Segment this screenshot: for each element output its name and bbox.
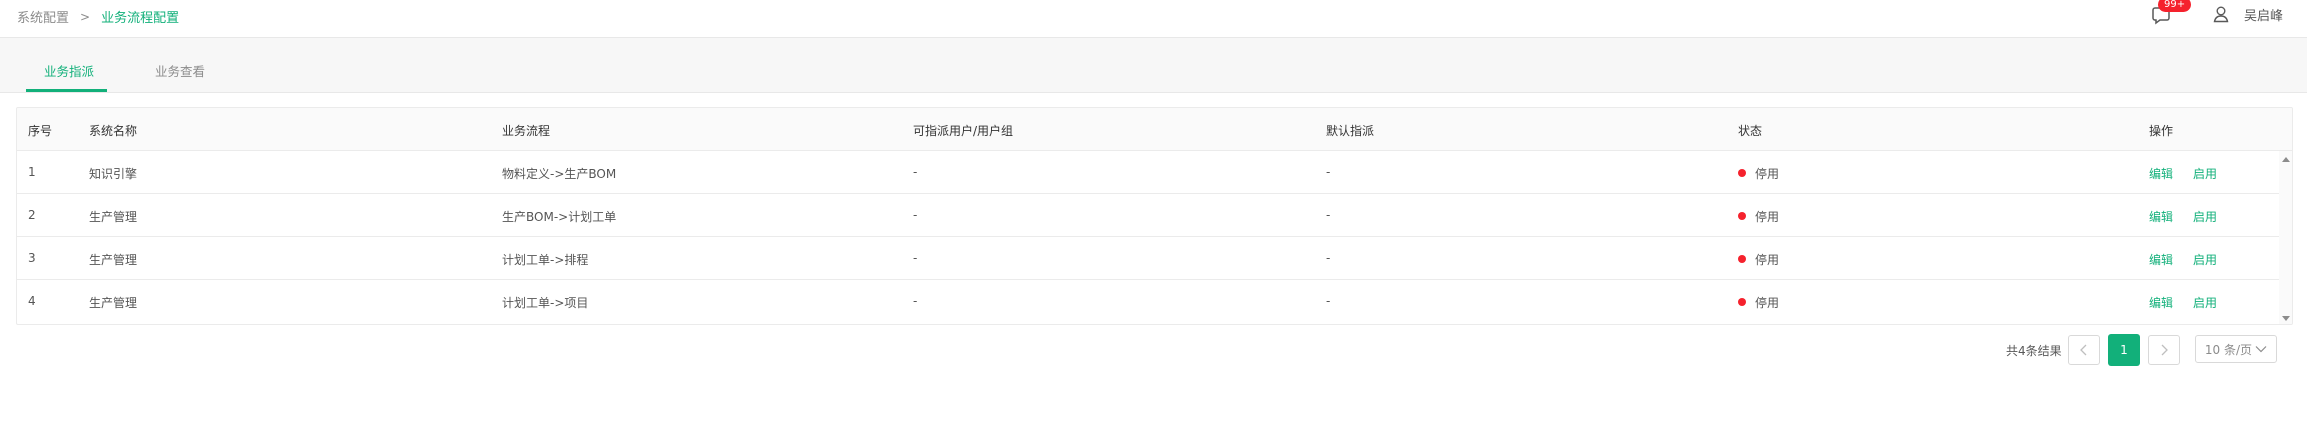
status-text: 停用 (1755, 167, 1780, 181)
col-index: 序号 (28, 124, 53, 138)
page-size-value: 10 条/页 (2204, 342, 2253, 357)
prev-page-button[interactable] (2068, 335, 2100, 365)
user-menu[interactable]: 吴启峰 (2212, 3, 2283, 25)
chevron-right-icon (2161, 344, 2168, 356)
cell-status: 停用 (1738, 165, 1779, 182)
cell-index: 4 (28, 294, 36, 308)
scroll-up-icon[interactable] (2282, 157, 2290, 162)
flow-table: 序号 系统名称 业务流程 可指派用户/用户组 默认指派 状态 操作 1 知识引擎… (16, 107, 2293, 325)
cell-flow: 计划工单->排程 (502, 253, 589, 267)
col-action: 操作 (2149, 124, 2174, 138)
enable-link[interactable]: 启用 (2193, 251, 2217, 268)
breadcrumb: 系统配置 > 业务流程配置 (17, 7, 180, 27)
cell-assignable: - (913, 165, 918, 179)
table-row: 4 生产管理 计划工单->项目 - - 停用 编辑 启用 (17, 280, 2292, 323)
cell-status: 停用 (1738, 251, 1779, 268)
breadcrumb-separator: > (80, 9, 91, 24)
notification-badge: 99+ (2158, 0, 2192, 12)
edit-link[interactable]: 编辑 (2149, 165, 2173, 182)
scroll-down-icon[interactable] (2282, 316, 2290, 321)
enable-link[interactable]: 启用 (2193, 208, 2217, 225)
status-text: 停用 (1755, 296, 1780, 310)
table-row: 2 生产管理 生产BOM->计划工单 - - 停用 编辑 启用 (17, 194, 2292, 237)
col-system: 系统名称 (89, 124, 138, 138)
cell-assignable: - (913, 294, 918, 308)
enable-link[interactable]: 启用 (2193, 165, 2217, 182)
cell-system: 生产管理 (89, 210, 138, 224)
chevron-left-icon (2080, 344, 2087, 356)
cell-index: 2 (28, 208, 36, 222)
edit-link[interactable]: 编辑 (2149, 294, 2173, 311)
col-status: 状态 (1738, 124, 1763, 138)
table-header: 序号 系统名称 业务流程 可指派用户/用户组 默认指派 状态 操作 (17, 108, 2292, 151)
cell-system: 生产管理 (89, 253, 138, 267)
col-assignable: 可指派用户/用户组 (913, 124, 1014, 138)
cell-assignable: - (913, 251, 918, 265)
cell-system: 生产管理 (89, 296, 138, 310)
top-bar: 系统配置 > 业务流程配置 99+ 吴启峰 (0, 0, 2307, 38)
status-dot-icon (1738, 169, 1746, 177)
cell-default: - (1326, 208, 1331, 222)
tab-view[interactable]: 业务查看 (155, 61, 205, 80)
tab-assign[interactable]: 业务指派 (44, 61, 94, 80)
cell-index: 3 (28, 251, 36, 265)
cell-flow: 生产BOM->计划工单 (502, 210, 617, 224)
cell-index: 1 (28, 165, 36, 179)
user-icon (2213, 6, 2229, 23)
active-tab-indicator (26, 89, 107, 92)
pagination-total: 共4条结果 (2006, 343, 2062, 358)
page-size-select[interactable]: 10 条/页 (2195, 335, 2277, 363)
page-number-current[interactable]: 1 (2108, 334, 2140, 366)
cell-default: - (1326, 165, 1331, 179)
user-name: 吴启峰 (2244, 8, 2284, 24)
breadcrumb-current: 业务流程配置 (101, 11, 180, 26)
col-default: 默认指派 (1326, 124, 1375, 138)
chevron-down-icon (2255, 346, 2267, 353)
status-dot-icon (1738, 298, 1746, 306)
next-page-button[interactable] (2148, 335, 2180, 365)
status-dot-icon (1738, 255, 1746, 263)
cell-assignable: - (913, 208, 918, 222)
edit-link[interactable]: 编辑 (2149, 208, 2173, 225)
status-text: 停用 (1755, 253, 1780, 267)
cell-flow: 计划工单->项目 (502, 296, 589, 310)
status-dot-icon (1738, 212, 1746, 220)
cell-system: 知识引擎 (89, 167, 138, 181)
breadcrumb-parent[interactable]: 系统配置 (17, 7, 69, 26)
main-content: 序号 系统名称 业务流程 可指派用户/用户组 默认指派 状态 操作 1 知识引擎… (0, 93, 2307, 424)
cell-status: 停用 (1738, 294, 1779, 311)
cell-status: 停用 (1738, 208, 1779, 225)
col-flow: 业务流程 (502, 124, 551, 138)
cell-default: - (1326, 294, 1331, 308)
enable-link[interactable]: 启用 (2193, 294, 2217, 311)
edit-link[interactable]: 编辑 (2149, 251, 2173, 268)
status-text: 停用 (1755, 210, 1780, 224)
cell-default: - (1326, 251, 1331, 265)
cell-flow: 物料定义->生产BOM (502, 167, 617, 181)
table-row: 1 知识引擎 物料定义->生产BOM - - 停用 编辑 启用 (17, 151, 2292, 194)
tab-bar: 业务指派 业务查看 (0, 38, 2307, 93)
table-row: 3 生产管理 计划工单->排程 - - 停用 编辑 启用 (17, 237, 2292, 280)
table-scrollbar[interactable] (2279, 151, 2292, 324)
